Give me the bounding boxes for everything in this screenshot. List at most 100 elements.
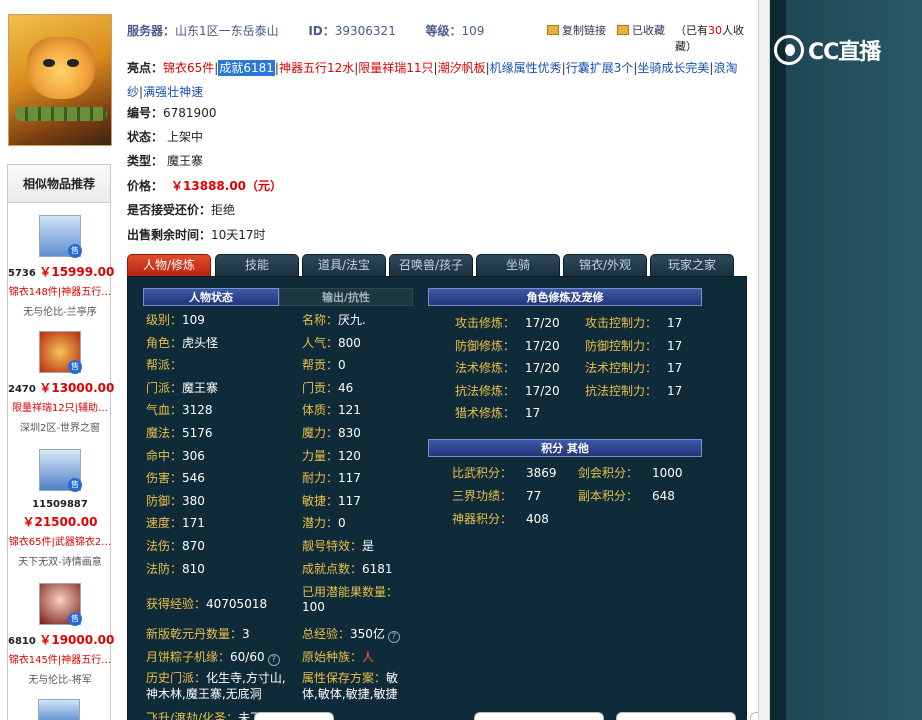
- stat-field: 帮派：: [146, 358, 183, 373]
- similar-item[interactable]: 售 5736 ￥15999.00 锦衣148件|神器五行… 无与伦比-兰亭序: [8, 215, 114, 318]
- highlight-tag[interactable]: 限量祥瑞11只: [358, 61, 433, 75]
- status-row: 状态： 上架中: [127, 130, 204, 144]
- highlight-tag[interactable]: 机缘属性优秀: [490, 61, 562, 75]
- section-header-cultivation: 角色修炼及宠修: [428, 288, 702, 306]
- taskbar-item[interactable]: [474, 712, 604, 720]
- tab-skills[interactable]: 技能: [215, 254, 299, 276]
- stat-field: 耐力：117: [302, 471, 361, 486]
- highlight-tag[interactable]: 坐骑成长完美: [637, 61, 709, 75]
- stat-field: 防御：380: [146, 493, 205, 508]
- stat-field: 级别：109: [146, 313, 205, 327]
- similar-item-tags[interactable]: 限量祥瑞12只|辅助…: [8, 399, 112, 414]
- similar-item-tags[interactable]: 锦衣145件|神器五行…: [8, 651, 112, 666]
- blue-hair-avatar-icon[interactable]: 售: [39, 449, 82, 492]
- stat-field: 敏捷：117: [302, 493, 361, 508]
- id-value: 39306321: [334, 24, 396, 38]
- sell-badge: 售: [68, 478, 82, 492]
- similar-item-id: 11509887: [32, 499, 88, 510]
- stat-field: 攻击控制力： 17: [585, 316, 683, 330]
- points-field: 比武积分： 3869: [452, 466, 557, 480]
- stat-field: 猎术修炼： 17: [455, 406, 541, 421]
- highlights: 亮点：锦衣65件|成就6181|神器五行12水|限量祥瑞11只|潮汐帆板|机缘属…: [127, 56, 747, 104]
- highlight-tag[interactable]: 满强壮神速: [143, 85, 203, 99]
- folder-icon: [547, 25, 559, 35]
- similar-item-price: ￥13000.00: [39, 381, 115, 395]
- highlight-tag[interactable]: 潮汐帆板: [438, 61, 486, 75]
- points-field: 剑会积分： 1000: [578, 466, 683, 480]
- similar-item-server: 无与伦比-将军: [28, 675, 92, 686]
- cc-live-logo: CC直播: [772, 30, 922, 70]
- tab-mounts[interactable]: 坐骑: [476, 254, 560, 276]
- red-demon-avatar-icon[interactable]: 售: [39, 331, 82, 374]
- left-sidebar: 相似物品推荐 售 5736 ￥15999.00 锦衣148件|神器五行… 无与伦…: [0, 0, 116, 720]
- tab-home[interactable]: 玩家之家: [650, 254, 734, 276]
- similar-item[interactable]: 售 2470 ￥13000.00 限量祥瑞12只|辅助… 深圳2区-世界之窗: [8, 331, 115, 434]
- section-header-points: 积分 其他: [428, 439, 702, 457]
- tiger-face-icon: [27, 37, 95, 99]
- history-field: 历史门派：化生寺,方寸山, 神木林,魔王寨,无底洞: [146, 671, 286, 701]
- similar-item-tags[interactable]: 锦衣148件|神器五行…: [8, 283, 112, 298]
- similar-item-id: 5736: [8, 268, 36, 279]
- bead-necklace-icon: [15, 107, 107, 121]
- stat-field: 成就点数：6181: [302, 561, 393, 576]
- sell-badge: 售: [68, 612, 82, 626]
- similar-item-price: ￥19000.00: [39, 633, 115, 647]
- tab-items[interactable]: 道具/法宝: [302, 254, 386, 276]
- logo-text: CC直播: [808, 40, 881, 65]
- price-row: 价格： ￥13888.00（元）: [127, 179, 283, 193]
- favorite-button[interactable]: 已收藏: [617, 22, 665, 38]
- stat-field: 门贡：46: [302, 380, 354, 395]
- tab-character[interactable]: 人物/修炼: [127, 254, 211, 276]
- character-panel: 人物状态 输出/抗性 角色修炼及宠修 积分 其他 级别：109 角色：虎头怪 帮派：…: [127, 276, 747, 720]
- section-header-person: 人物状态: [143, 288, 279, 306]
- highlights-label: 亮点：: [127, 61, 164, 75]
- id-label: ID：: [308, 24, 335, 38]
- copy-link-button[interactable]: 复制链接: [547, 22, 606, 38]
- header-line: 服务器：山东1区一东岳泰山 ID：39306321 等级：109 复制链接 已收…: [127, 22, 752, 53]
- stat-field: 攻击修炼： 17/20: [455, 316, 560, 330]
- similar-item-tags[interactable]: 锦衣65件|武器锦衣2…: [8, 533, 112, 548]
- main-content: 服务器：山东1区一东岳泰山 ID：39306321 等级：109 复制链接 已收…: [122, 0, 810, 720]
- similar-item[interactable]: 售 6810 ￥19000.00 锦衣145件|神器五行… 无与伦比-将军: [8, 583, 115, 686]
- level-value: 109: [461, 24, 485, 38]
- favorite-count: （已有30人收藏）: [675, 24, 744, 53]
- server-label: 服务器：: [127, 24, 176, 38]
- potential-field: 已用潜能果数量： 100: [302, 585, 399, 614]
- stat-field: 法伤：870: [146, 539, 205, 553]
- blue-hair-avatar-icon[interactable]: [38, 699, 80, 720]
- stat-field: 防御修炼： 17/20: [455, 338, 560, 353]
- blue-hair-avatar-icon[interactable]: 售: [39, 215, 82, 258]
- similar-item-id: 2470: [8, 384, 36, 395]
- similar-item-server: 深圳2区-世界之窗: [20, 423, 100, 434]
- highlight-tag[interactable]: 成就6181: [218, 60, 275, 76]
- highlight-tag[interactable]: 锦衣65件: [163, 61, 214, 75]
- stat-field: 靓号特效：是: [302, 539, 375, 553]
- tab-summons[interactable]: 召唤兽/孩子: [389, 254, 473, 276]
- eye-icon: [43, 59, 55, 67]
- tab-outfits[interactable]: 锦衣/外观: [563, 254, 647, 276]
- stat-field: 抗法修炼： 17/20: [455, 383, 560, 398]
- help-icon[interactable]: ?: [267, 654, 280, 666]
- stat-field: 人气：800: [302, 335, 361, 350]
- section-header-output[interactable]: 输出/抗性: [279, 288, 413, 306]
- character-avatar: [8, 14, 112, 146]
- right-side-panel: [786, 0, 922, 720]
- serial-row: 编号：6781900: [127, 106, 217, 120]
- eye-icon: [67, 59, 79, 67]
- taskbar-item[interactable]: [254, 712, 334, 720]
- similar-items-panel: 相似物品推荐 售 5736 ￥15999.00 锦衣148件|神器五行… 无与伦…: [7, 164, 115, 720]
- qianyuan-field: 新版乾元丹数量：3: [146, 627, 250, 641]
- highlight-tag[interactable]: 神器五行12水: [279, 61, 354, 75]
- scrollbar[interactable]: [758, 0, 770, 720]
- stat-field: 气血：3128: [146, 403, 213, 418]
- stat-field: 门派：魔王寨: [146, 380, 219, 395]
- taskbar-item[interactable]: [616, 712, 736, 720]
- girl-avatar-icon[interactable]: 售: [39, 583, 82, 626]
- star-folder-icon: [617, 25, 629, 35]
- similar-item[interactable]: 售 11509887 ￥21500.00 锦衣65件|武器锦衣2… 天下无双-诗…: [8, 449, 112, 568]
- highlight-tag[interactable]: 行囊扩展3个: [566, 61, 634, 75]
- stat-field: 法术控制力： 17: [585, 361, 683, 376]
- stat-field: 防御控制力： 17: [585, 338, 683, 353]
- help-icon[interactable]: ?: [387, 631, 400, 643]
- total-exp-field: 总经验：350亿?: [302, 625, 400, 643]
